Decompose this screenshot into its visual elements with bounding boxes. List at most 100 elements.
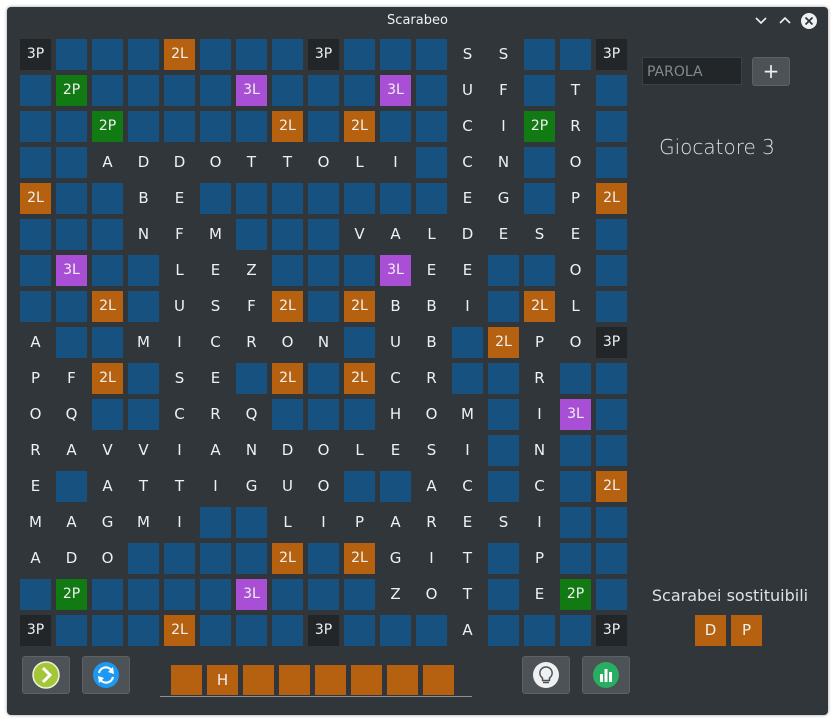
board-square[interactable] (524, 147, 555, 178)
premium-square[interactable]: 2L (20, 183, 51, 214)
letter-tile[interactable]: M (128, 327, 159, 358)
board-square[interactable] (308, 579, 339, 610)
letter-tile[interactable]: E (452, 507, 483, 538)
letter-tile[interactable]: M (128, 507, 159, 538)
letter-tile[interactable]: O (92, 543, 123, 574)
letter-tile[interactable]: D (452, 219, 483, 250)
board-square[interactable] (128, 75, 159, 106)
board-square[interactable] (416, 75, 447, 106)
board-square[interactable] (20, 255, 51, 286)
letter-tile[interactable]: M (200, 219, 231, 250)
board-square[interactable] (236, 615, 267, 646)
letter-tile[interactable]: E (488, 219, 519, 250)
letter-tile[interactable]: I (416, 543, 447, 574)
letter-tile[interactable]: O (308, 147, 339, 178)
premium-square[interactable]: 2L (344, 363, 375, 394)
letter-tile[interactable]: F (488, 75, 519, 106)
letter-tile[interactable]: G (92, 507, 123, 538)
board-square[interactable] (596, 147, 627, 178)
letter-tile[interactable]: T (128, 471, 159, 502)
letter-tile[interactable]: R (560, 111, 591, 142)
letter-tile[interactable]: B (128, 183, 159, 214)
board-square[interactable] (344, 183, 375, 214)
letter-tile[interactable]: R (20, 435, 51, 466)
premium-square[interactable]: 3L (56, 255, 87, 286)
board-square[interactable] (236, 363, 267, 394)
premium-square[interactable]: 2L (524, 291, 555, 322)
board-square[interactable] (200, 615, 231, 646)
letter-tile[interactable]: D (56, 543, 87, 574)
letter-tile[interactable]: V (344, 219, 375, 250)
premium-square[interactable]: 2L (344, 543, 375, 574)
board-square[interactable] (20, 111, 51, 142)
letter-tile[interactable]: E (416, 255, 447, 286)
premium-square[interactable]: 2L (164, 39, 195, 70)
letter-tile[interactable]: D (164, 147, 195, 178)
letter-tile[interactable]: F (236, 291, 267, 322)
substitute-tile[interactable]: P (731, 615, 762, 646)
premium-square[interactable]: 2L (272, 111, 303, 142)
board-square[interactable] (272, 219, 303, 250)
premium-square[interactable]: 2P (56, 579, 87, 610)
letter-tile[interactable]: E (524, 579, 555, 610)
letter-tile[interactable]: L (272, 507, 303, 538)
word-input[interactable]: PAROLA (642, 57, 742, 85)
letter-tile[interactable]: O (308, 471, 339, 502)
board-square[interactable] (92, 399, 123, 430)
board-square[interactable] (236, 39, 267, 70)
letter-tile[interactable]: S (200, 291, 231, 322)
board-square[interactable] (272, 615, 303, 646)
letter-tile[interactable]: I (452, 291, 483, 322)
board-square[interactable] (380, 471, 411, 502)
board-square[interactable] (524, 255, 555, 286)
board-square[interactable] (596, 579, 627, 610)
board-square[interactable] (560, 39, 591, 70)
board-square[interactable] (56, 291, 87, 322)
premium-square[interactable]: 2P (560, 579, 591, 610)
board-square[interactable] (524, 615, 555, 646)
letter-tile[interactable]: F (56, 363, 87, 394)
board-square[interactable] (56, 615, 87, 646)
board-square[interactable] (308, 543, 339, 574)
letter-tile[interactable]: G (236, 471, 267, 502)
board-square[interactable] (164, 75, 195, 106)
board-square[interactable] (56, 327, 87, 358)
letter-tile[interactable]: I (380, 147, 411, 178)
premium-square[interactable]: 3P (20, 615, 51, 646)
board-square[interactable] (344, 75, 375, 106)
letter-tile[interactable]: A (452, 615, 483, 646)
letter-tile[interactable]: I (524, 507, 555, 538)
letter-tile[interactable]: A (56, 435, 87, 466)
letter-tile[interactable]: U (380, 327, 411, 358)
letter-tile[interactable]: E (20, 471, 51, 502)
letter-tile[interactable]: U (452, 75, 483, 106)
board-square[interactable] (20, 75, 51, 106)
letter-tile[interactable]: R (416, 507, 447, 538)
board-square[interactable] (344, 39, 375, 70)
board-square[interactable] (236, 543, 267, 574)
swap-tiles-button[interactable] (82, 656, 130, 694)
substitute-tile[interactable]: D (695, 615, 726, 646)
board-square[interactable] (56, 219, 87, 250)
letter-tile[interactable]: U (272, 471, 303, 502)
letter-tile[interactable]: R (416, 363, 447, 394)
next-turn-button[interactable] (22, 656, 70, 694)
board-square[interactable] (488, 363, 519, 394)
letter-tile[interactable]: L (416, 219, 447, 250)
board-square[interactable] (200, 579, 231, 610)
letter-tile[interactable]: B (380, 291, 411, 322)
letter-tile[interactable]: Q (56, 399, 87, 430)
premium-square[interactable]: 3L (236, 75, 267, 106)
board-square[interactable] (488, 435, 519, 466)
premium-square[interactable]: 3P (308, 615, 339, 646)
board-square[interactable] (92, 183, 123, 214)
letter-tile[interactable]: N (524, 435, 555, 466)
letter-tile[interactable]: A (380, 507, 411, 538)
premium-square[interactable]: 2P (92, 111, 123, 142)
letter-tile[interactable]: O (560, 255, 591, 286)
premium-square[interactable]: 2L (164, 615, 195, 646)
board-square[interactable] (488, 579, 519, 610)
letter-tile[interactable]: I (200, 471, 231, 502)
board-square[interactable] (200, 183, 231, 214)
letter-tile[interactable]: V (92, 435, 123, 466)
